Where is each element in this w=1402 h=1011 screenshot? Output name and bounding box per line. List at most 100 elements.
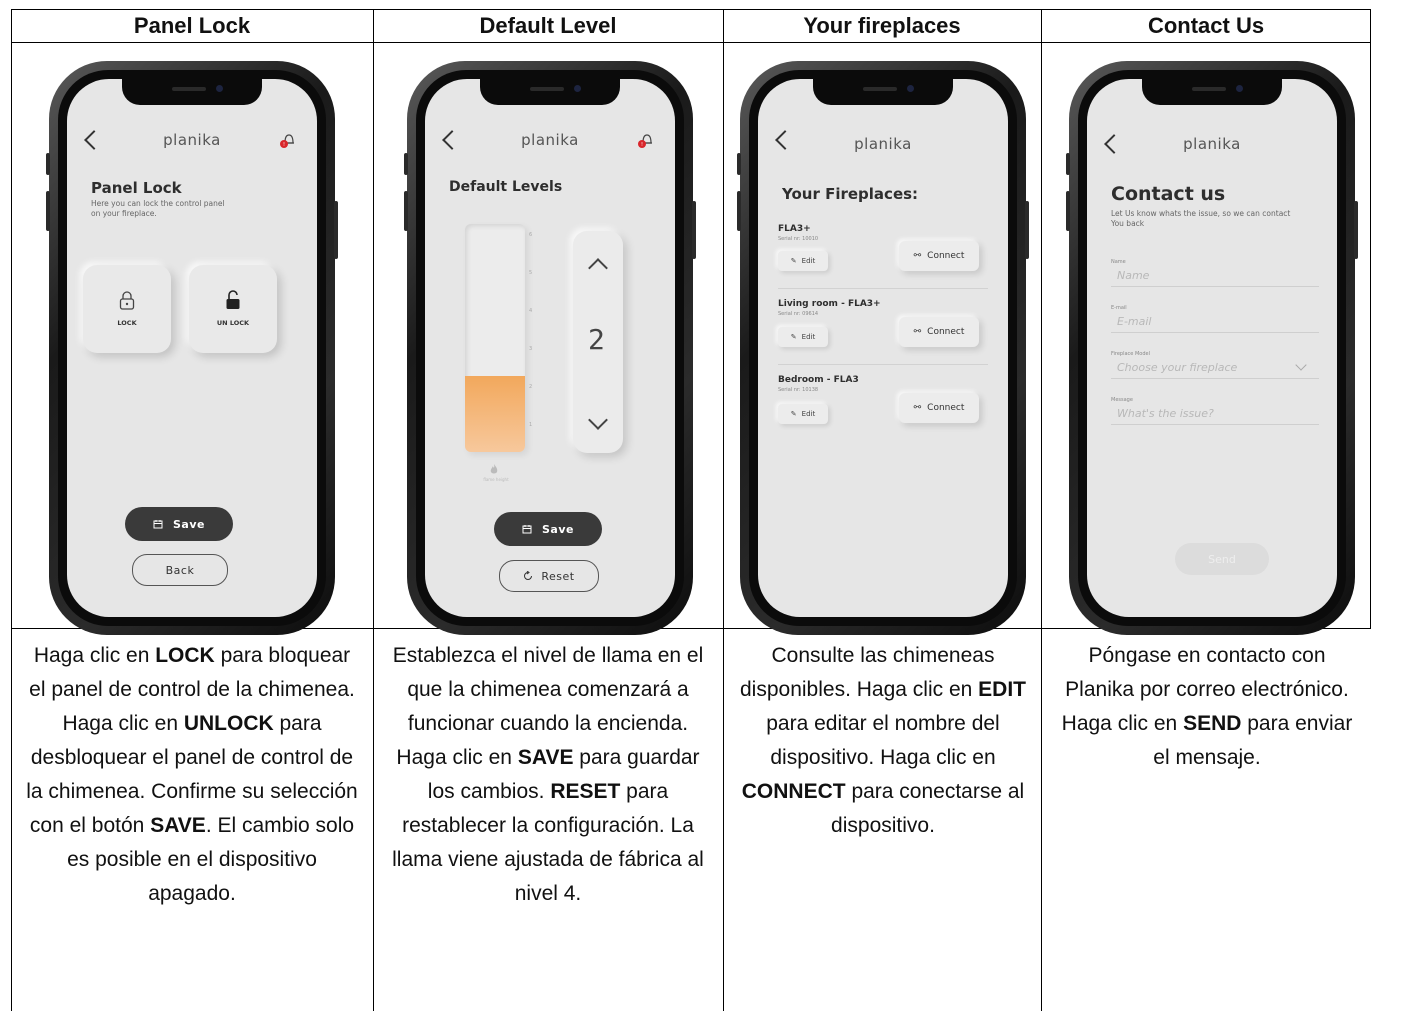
model-underline — [1111, 378, 1319, 379]
fireplace-name: Bedroom - FLA3 — [778, 375, 859, 385]
calendar-icon — [522, 525, 532, 534]
email-underline — [1111, 332, 1319, 333]
connect-button[interactable]: ⚯ Connect — [899, 393, 979, 423]
brand-logo: planika — [1183, 135, 1241, 153]
chevron-down-icon[interactable] — [1295, 359, 1307, 371]
back-button[interactable]: Back — [132, 554, 228, 586]
edit-button[interactable]: ✎ Edit — [778, 251, 828, 271]
calendar-icon — [153, 520, 163, 529]
lock-label: LOCK — [117, 319, 137, 327]
description-text: Haga clic en — [33, 644, 156, 667]
level-tick-label: 4 — [529, 307, 533, 314]
screen-panel-lock: planika ! Panel Lock Here you can lock t… — [67, 79, 317, 617]
screen-default-level: planika ! Default Levels 654321 flame he… — [425, 79, 675, 617]
model-select[interactable]: Choose your fireplace — [1117, 361, 1237, 374]
level-tick-label: 1 — [529, 421, 533, 428]
connect-button[interactable]: ⚯ Connect — [899, 317, 979, 347]
name-label: Name — [1111, 259, 1126, 265]
header-default-level: Default Level — [479, 12, 617, 38]
fireplace-name: FLA3+ — [778, 224, 811, 234]
edit-label: Edit — [801, 257, 816, 265]
edit-button[interactable]: ✎ Edit — [778, 327, 828, 347]
fireplace-serial: Serial nr: 10138 — [778, 387, 819, 393]
send-button[interactable]: Send — [1175, 543, 1269, 575]
back-label: Back — [165, 563, 195, 577]
reset-label: Reset — [541, 569, 575, 583]
lock-button[interactable]: LOCK — [83, 265, 171, 353]
level-tick-label: 6 — [529, 231, 533, 238]
description-keyword: LOCK — [155, 644, 215, 667]
description-keyword: UNLOCK — [183, 712, 274, 735]
message-field[interactable]: What's the issue? — [1117, 407, 1214, 420]
bell-alert-icon[interactable]: ! — [279, 131, 297, 149]
phone-notch — [813, 79, 953, 105]
link-icon: ⚯ — [913, 251, 922, 261]
col-border-2 — [723, 9, 724, 1011]
connect-button[interactable]: ⚯ Connect — [899, 241, 979, 271]
flame-level-fill — [465, 376, 525, 452]
description-keyword: RESET — [550, 780, 621, 803]
screen-subtitle-1: Let Us know whats the issue, so we can c… — [1111, 209, 1291, 218]
phone-volume-up — [1066, 191, 1070, 231]
phone-power-button — [1354, 201, 1358, 259]
level-tick-label: 3 — [529, 345, 533, 352]
reset-button[interactable]: Reset — [499, 560, 599, 592]
description-keyword: SEND — [1183, 712, 1242, 735]
chevron-up-icon[interactable] — [588, 258, 608, 278]
save-button[interactable]: Save — [494, 512, 602, 546]
screen-contact-us: planika Contact us Let Us know whats the… — [1087, 79, 1337, 617]
email-field[interactable]: E-mail — [1117, 315, 1152, 328]
message-underline — [1111, 424, 1319, 425]
flame-icon — [490, 464, 498, 474]
instruction-table: Panel Lock Default Level Your fireplaces… — [11, 9, 1371, 1011]
header-contact-us: Contact Us — [1147, 12, 1265, 38]
level-stepper: 2 — [573, 231, 623, 453]
description-text: para conectarse al dispositivo. — [831, 780, 1025, 837]
phone-mute-switch — [1066, 153, 1070, 175]
unlock-button[interactable]: UN LOCK — [189, 265, 277, 353]
reset-arrow-icon — [524, 571, 533, 580]
screen-your-fireplaces: planika Your Fireplaces: FLA3+ Serial nr… — [758, 79, 1008, 617]
description-keyword: SAVE — [517, 746, 574, 769]
flame-level-bar[interactable] — [465, 224, 525, 452]
link-icon: ⚯ — [913, 327, 922, 337]
header-bottom-border — [11, 42, 1371, 43]
bell-alert-icon[interactable]: ! — [637, 131, 655, 149]
phone-mute-switch — [46, 153, 50, 175]
list-divider — [778, 288, 988, 289]
svg-text:!: ! — [641, 142, 643, 148]
screen-title: Default Levels — [449, 179, 563, 195]
phone-mute-switch — [737, 153, 741, 175]
name-field[interactable]: Name — [1117, 269, 1149, 282]
screen-subtitle-1: Here you can lock the control panel — [91, 199, 225, 208]
chevron-down-icon[interactable] — [588, 410, 608, 430]
description-keyword: CONNECT — [741, 780, 846, 803]
unlock-label: UN LOCK — [216, 319, 250, 327]
col-border-4 — [1370, 9, 1371, 629]
screen-subtitle-2: on your fireplace. — [91, 209, 157, 218]
phone-your-fireplaces: planika Your Fireplaces: FLA3+ Serial nr… — [737, 61, 1029, 635]
connect-label: Connect — [927, 251, 965, 261]
col-border-3 — [1041, 9, 1042, 1011]
send-label: Send — [1208, 552, 1236, 566]
link-icon: ⚯ — [913, 403, 922, 413]
email-label: E-mail — [1111, 305, 1127, 311]
screen-title: Panel Lock — [91, 179, 182, 197]
level-tick-label: 2 — [529, 383, 533, 390]
description-default-level: Establezca el nivel de llama en el que l… — [383, 639, 713, 911]
edit-pencil-icon: ✎ — [790, 333, 797, 341]
phone-notch — [122, 79, 262, 105]
save-button[interactable]: Save — [125, 507, 233, 541]
description-your-fireplaces: Consulte las chimeneas disponibles. Haga… — [733, 639, 1033, 843]
edit-button[interactable]: ✎ Edit — [778, 404, 828, 424]
padlock-closed-icon — [119, 291, 135, 310]
phone-mute-switch — [404, 153, 408, 175]
screen-subtitle-2: You back — [1111, 219, 1145, 228]
description-text: para editar el nombre del dispositivo. H… — [766, 712, 1000, 769]
model-label: Fireplace Model — [1111, 351, 1150, 357]
level-tick-label: 5 — [529, 269, 533, 276]
save-label: Save — [173, 517, 205, 531]
description-keyword: SAVE — [150, 814, 206, 837]
description-keyword: EDIT — [978, 678, 1026, 701]
phone-power-button — [334, 201, 338, 259]
